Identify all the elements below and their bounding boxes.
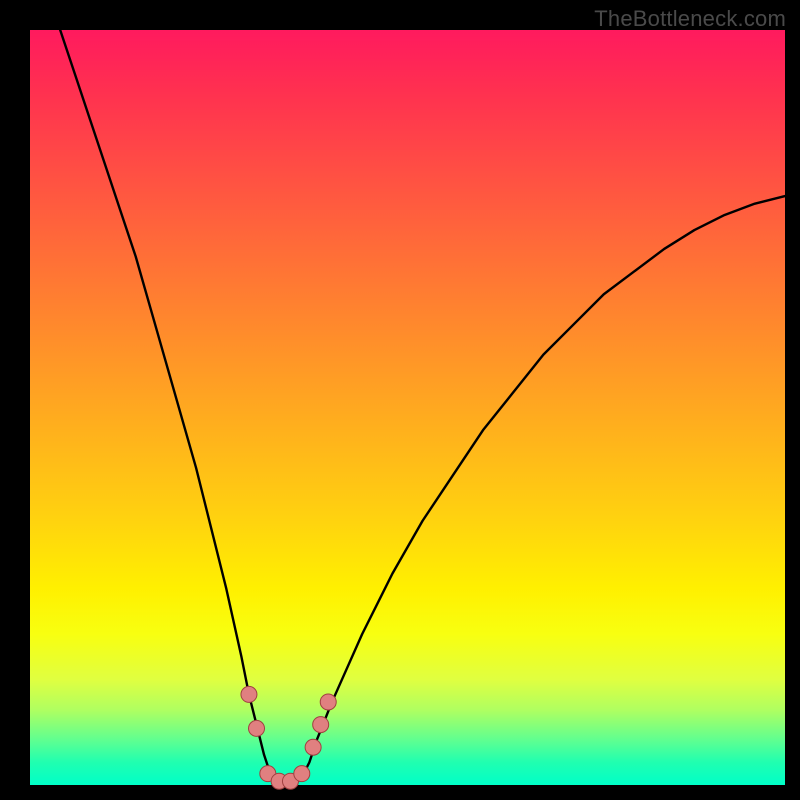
attribution-watermark: TheBottleneck.com xyxy=(594,6,786,32)
curve-marker xyxy=(320,694,336,710)
chart-container: TheBottleneck.com xyxy=(0,0,800,800)
plot-area xyxy=(30,30,785,785)
curve-markers xyxy=(241,686,336,789)
curve-marker xyxy=(305,739,321,755)
chart-svg xyxy=(30,30,785,785)
curve-marker xyxy=(294,766,310,782)
curve-marker xyxy=(313,717,329,733)
curve-marker xyxy=(249,720,265,736)
bottleneck-curve xyxy=(60,30,785,785)
curve-marker xyxy=(241,686,257,702)
